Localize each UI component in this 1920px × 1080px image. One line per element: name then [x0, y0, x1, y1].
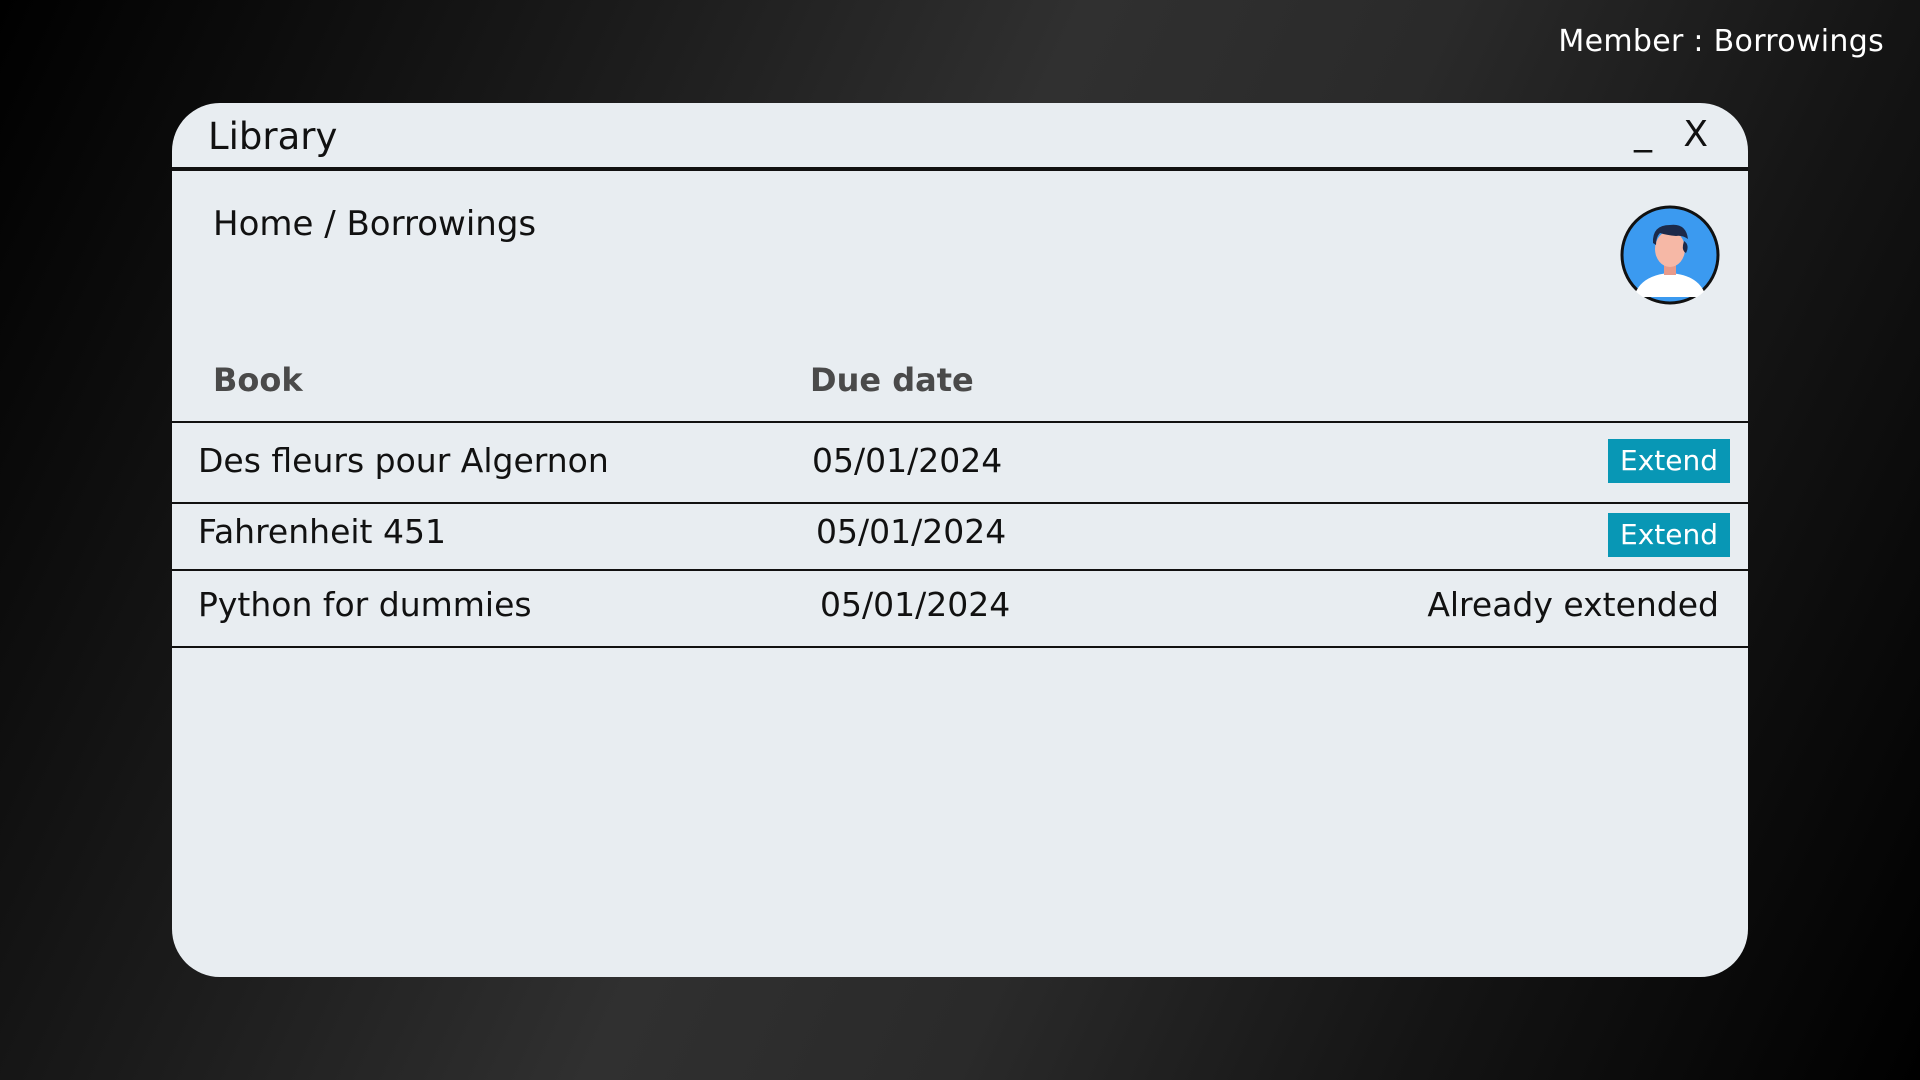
book-title: Python for dummies	[198, 585, 532, 624]
column-header-book: Book	[213, 361, 303, 399]
table-row: Fahrenheit 451 05/01/2024 Extend	[172, 502, 1748, 569]
book-title: Fahrenheit 451	[198, 512, 446, 551]
app-title: Library	[208, 115, 338, 158]
table-row: Python for dummies 05/01/2024 Already ex…	[172, 569, 1748, 648]
page-caption: Member : Borrowings	[1558, 24, 1884, 59]
due-date: 05/01/2024	[816, 512, 1007, 551]
due-date: 05/01/2024	[820, 585, 1011, 624]
extend-button[interactable]: Extend	[1608, 439, 1730, 483]
book-title: Des fleurs pour Algernon	[198, 441, 609, 480]
minimize-button[interactable]: _	[1634, 115, 1652, 151]
title-bar: Library _ X	[172, 103, 1748, 171]
extend-button[interactable]: Extend	[1608, 513, 1730, 557]
close-button[interactable]: X	[1683, 117, 1708, 153]
table-row: Des fleurs pour Algernon 05/01/2024 Exte…	[172, 421, 1748, 502]
breadcrumb: Home / Borrowings	[213, 204, 537, 244]
user-avatar-icon[interactable]	[1620, 205, 1720, 305]
extension-status: Already extended	[1427, 585, 1719, 624]
table-header: Book Due date	[172, 353, 1748, 423]
column-header-due-date: Due date	[810, 361, 974, 399]
due-date: 05/01/2024	[812, 441, 1003, 480]
library-window: Library _ X Home / Borrowings Book Due d…	[172, 103, 1748, 977]
